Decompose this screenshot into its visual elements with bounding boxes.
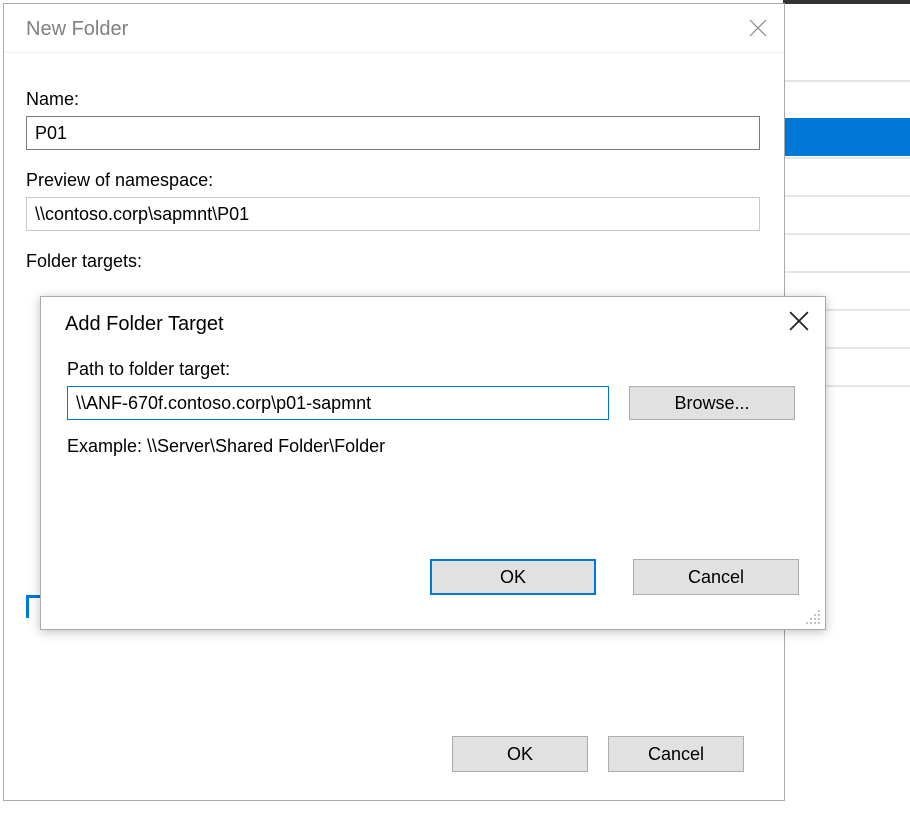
new-folder-titlebar[interactable]: New Folder	[4, 4, 784, 53]
resize-grip[interactable]	[805, 609, 821, 625]
add-target-button-row: OK Cancel	[41, 559, 825, 607]
browse-label: Browse...	[674, 393, 749, 414]
example-text: Example: \\Server\Shared Folder\Folder	[67, 436, 799, 457]
resize-grip-icon	[805, 609, 821, 625]
path-label: Path to folder target:	[67, 359, 799, 380]
preview-label: Preview of namespace:	[26, 170, 762, 191]
ok-label: OK	[500, 567, 526, 588]
add-target-title: Add Folder Target	[65, 313, 224, 336]
bg-grid-line	[783, 233, 910, 235]
path-input-wrap	[67, 386, 609, 420]
ok-label: OK	[507, 744, 533, 765]
new-folder-title: New Folder	[26, 18, 128, 41]
close-icon	[749, 19, 767, 37]
cancel-label: Cancel	[688, 567, 744, 588]
new-folder-close-button[interactable]	[740, 12, 776, 44]
add-target-ok-button[interactable]: OK	[430, 559, 596, 595]
preview-value: \\contoso.corp\sapmnt\P01	[26, 197, 760, 231]
bg-grid-line	[783, 195, 910, 197]
add-target-cancel-button[interactable]: Cancel	[633, 559, 799, 595]
add-target-close-button[interactable]	[781, 305, 817, 337]
cancel-label: Cancel	[648, 744, 704, 765]
add-target-titlebar[interactable]: Add Folder Target	[41, 297, 825, 349]
name-label: Name:	[26, 89, 762, 110]
folder-targets-label: Folder targets:	[26, 251, 762, 272]
bg-grid-line	[783, 157, 910, 159]
browse-button[interactable]: Browse...	[629, 386, 795, 420]
new-folder-cancel-button[interactable]: Cancel	[608, 736, 744, 772]
bg-header-divider	[783, 0, 910, 4]
add-folder-target-dialog: Add Folder Target Path to folder target:…	[40, 296, 826, 630]
bg-selected-row	[783, 118, 910, 156]
path-input[interactable]	[67, 386, 609, 420]
add-target-body: Path to folder target: Browse... Example…	[41, 349, 825, 457]
new-folder-ok-button[interactable]: OK	[452, 736, 588, 772]
path-row: Browse...	[67, 386, 799, 420]
name-input[interactable]	[26, 116, 760, 150]
bg-grid-line	[783, 80, 910, 82]
preview-text: \\contoso.corp\sapmnt\P01	[35, 204, 249, 225]
new-folder-button-row: OK Cancel	[4, 736, 784, 784]
close-icon	[789, 311, 809, 331]
bg-grid-line	[783, 271, 910, 273]
